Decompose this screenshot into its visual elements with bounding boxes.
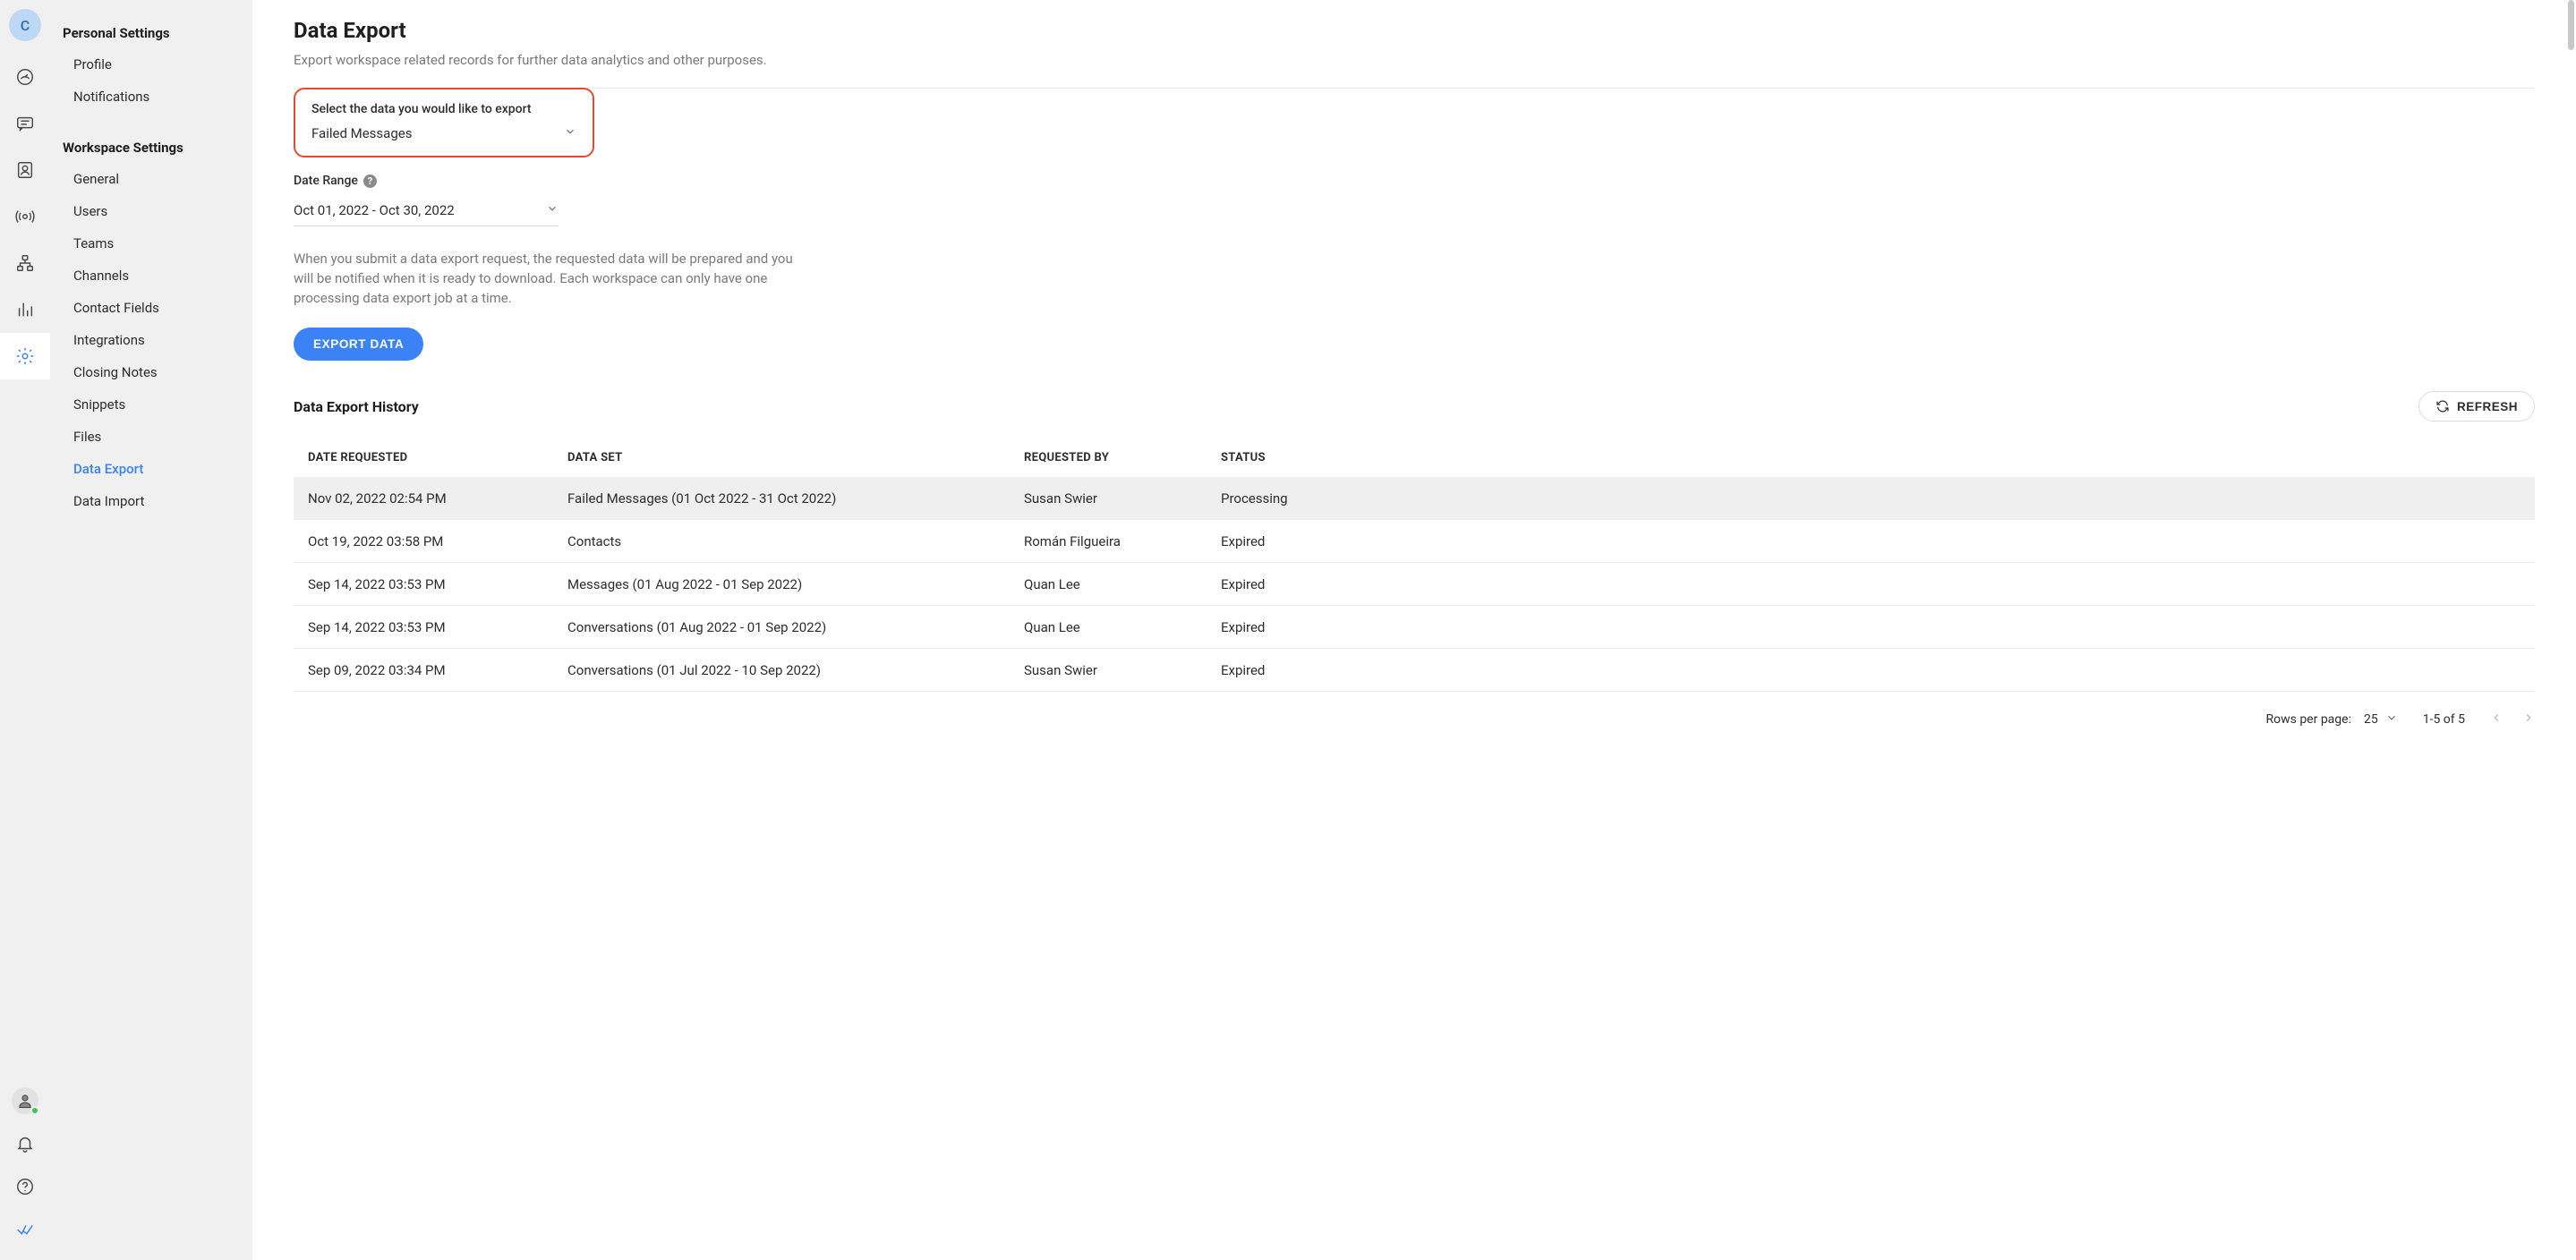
broadcast-icon[interactable]	[0, 193, 50, 240]
table-pager: Rows per page: 25 1-5 of 5	[294, 711, 2535, 728]
help-icon[interactable]	[0, 1167, 50, 1206]
cell-by: Susan Swier	[1024, 662, 1221, 678]
date-range-value: Oct 01, 2022 - Oct 30, 2022	[294, 202, 455, 218]
table-header: DATE REQUESTED DATA SET REQUESTED BY STA…	[294, 438, 2535, 477]
help-text: When you submit a data export request, t…	[294, 250, 813, 308]
cell-set: Conversations (01 Jul 2022 - 10 Sep 2022…	[567, 662, 1024, 678]
sidebar-item[interactable]: Teams	[50, 227, 252, 260]
workspace-avatar[interactable]: C	[9, 9, 41, 41]
presence-dot-icon	[30, 1106, 39, 1115]
workspace-settings-heading: Workspace Settings	[50, 132, 252, 163]
chevron-down-icon	[546, 202, 559, 218]
cell-status: Processing	[1221, 490, 2521, 507]
notifications-bell-icon[interactable]	[0, 1124, 50, 1163]
dashboard-icon[interactable]	[0, 54, 50, 100]
cell-by: Susan Swier	[1024, 490, 1221, 507]
workflows-icon[interactable]	[0, 240, 50, 286]
date-range-label: Date Range ?	[294, 174, 559, 188]
sidebar-item[interactable]: Data Export	[50, 453, 252, 485]
user-presence[interactable]	[0, 1081, 50, 1120]
cell-status: Expired	[1221, 533, 2521, 549]
pager-next-button[interactable]	[2522, 711, 2535, 728]
sidebar-item[interactable]: Notifications	[50, 81, 252, 113]
reports-icon[interactable]	[0, 286, 50, 333]
page-title: Data Export	[294, 18, 2535, 43]
col-set: DATA SET	[567, 451, 1024, 464]
data-type-label: Select the data you would like to export	[311, 102, 576, 116]
col-by: REQUESTED BY	[1024, 451, 1221, 464]
cell-by: Quan Lee	[1024, 576, 1221, 592]
sidebar-item[interactable]: General	[50, 163, 252, 195]
sidebar-item[interactable]: Channels	[50, 260, 252, 292]
col-status: STATUS	[1221, 451, 2521, 464]
brand-logo-icon	[0, 1210, 50, 1249]
sidebar-item[interactable]: Profile	[50, 48, 252, 81]
pager-range: 1-5 of 5	[2423, 712, 2465, 727]
refresh-button[interactable]: REFRESH	[2418, 391, 2535, 421]
cell-by: Quan Lee	[1024, 619, 1221, 635]
pager-prev-button[interactable]	[2490, 711, 2503, 728]
main-content: Data Export Export workspace related rec…	[252, 0, 2576, 1260]
scrollbar	[2563, 0, 2576, 1260]
cell-set: Conversations (01 Aug 2022 - 01 Sep 2022…	[567, 619, 1024, 635]
date-range-block: Date Range ? Oct 01, 2022 - Oct 30, 2022	[294, 174, 559, 226]
cell-status: Expired	[1221, 619, 2521, 635]
rows-per-page-value: 25	[2364, 712, 2378, 727]
date-range-label-text: Date Range	[294, 174, 358, 188]
history-title: Data Export History	[294, 398, 419, 415]
messages-icon[interactable]	[0, 100, 50, 147]
cell-date: Sep 14, 2022 03:53 PM	[308, 619, 567, 635]
contacts-icon[interactable]	[0, 147, 50, 193]
sidebar-item[interactable]: Files	[50, 421, 252, 453]
cell-status: Expired	[1221, 662, 2521, 678]
data-type-select-box: Select the data you would like to export…	[294, 88, 594, 158]
settings-icon[interactable]	[0, 333, 50, 379]
cell-set: Messages (01 Aug 2022 - 01 Sep 2022)	[567, 576, 1024, 592]
table-row[interactable]: Nov 02, 2022 02:54 PMFailed Messages (01…	[294, 477, 2535, 520]
scrollbar-thumb[interactable]	[2568, 0, 2574, 50]
cell-date: Sep 09, 2022 03:34 PM	[308, 662, 567, 678]
chevron-down-icon	[564, 125, 576, 141]
rail-bottom	[0, 1081, 50, 1260]
sidebar-item[interactable]: Contact Fields	[50, 292, 252, 324]
sidebar-item[interactable]: Integrations	[50, 324, 252, 356]
personal-settings-heading: Personal Settings	[50, 18, 252, 48]
settings-sidebar: Personal Settings ProfileNotifications W…	[50, 0, 252, 1260]
export-data-button[interactable]: EXPORT DATA	[294, 328, 423, 361]
page-subtitle: Export workspace related records for fur…	[294, 52, 2535, 89]
cell-set: Failed Messages (01 Oct 2022 - 31 Oct 20…	[567, 490, 1024, 507]
col-date: DATE REQUESTED	[308, 451, 567, 464]
sidebar-item[interactable]: Users	[50, 195, 252, 227]
sidebar-item[interactable]: Closing Notes	[50, 356, 252, 388]
table-row[interactable]: Sep 14, 2022 03:53 PMConversations (01 A…	[294, 606, 2535, 649]
nav-rail: C	[0, 0, 50, 1260]
table-row[interactable]: Sep 14, 2022 03:53 PMMessages (01 Aug 20…	[294, 563, 2535, 606]
rows-per-page-label: Rows per page:	[2265, 712, 2350, 727]
help-tooltip-icon[interactable]: ?	[363, 175, 377, 188]
sidebar-item[interactable]: Data Import	[50, 485, 252, 517]
sidebar-item[interactable]: Snippets	[50, 388, 252, 421]
cell-date: Nov 02, 2022 02:54 PM	[308, 490, 567, 507]
chevron-down-icon	[2385, 711, 2398, 728]
cell-set: Contacts	[567, 533, 1024, 549]
cell-status: Expired	[1221, 576, 2521, 592]
refresh-icon	[2435, 399, 2450, 413]
cell-date: Sep 14, 2022 03:53 PM	[308, 576, 567, 592]
data-type-select[interactable]: Failed Messages	[311, 125, 576, 141]
cell-date: Oct 19, 2022 03:58 PM	[308, 533, 567, 549]
data-type-value: Failed Messages	[311, 125, 412, 141]
table-row[interactable]: Oct 19, 2022 03:58 PMContactsRomán Filgu…	[294, 520, 2535, 563]
rows-per-page-select[interactable]: 25	[2364, 711, 2398, 728]
history-table: DATE REQUESTED DATA SET REQUESTED BY STA…	[294, 438, 2535, 692]
rail-icons	[0, 54, 50, 379]
table-row[interactable]: Sep 09, 2022 03:34 PMConversations (01 J…	[294, 649, 2535, 692]
refresh-label: REFRESH	[2457, 400, 2518, 413]
cell-by: Román Filgueira	[1024, 533, 1221, 549]
date-range-select[interactable]: Oct 01, 2022 - Oct 30, 2022	[294, 197, 559, 226]
